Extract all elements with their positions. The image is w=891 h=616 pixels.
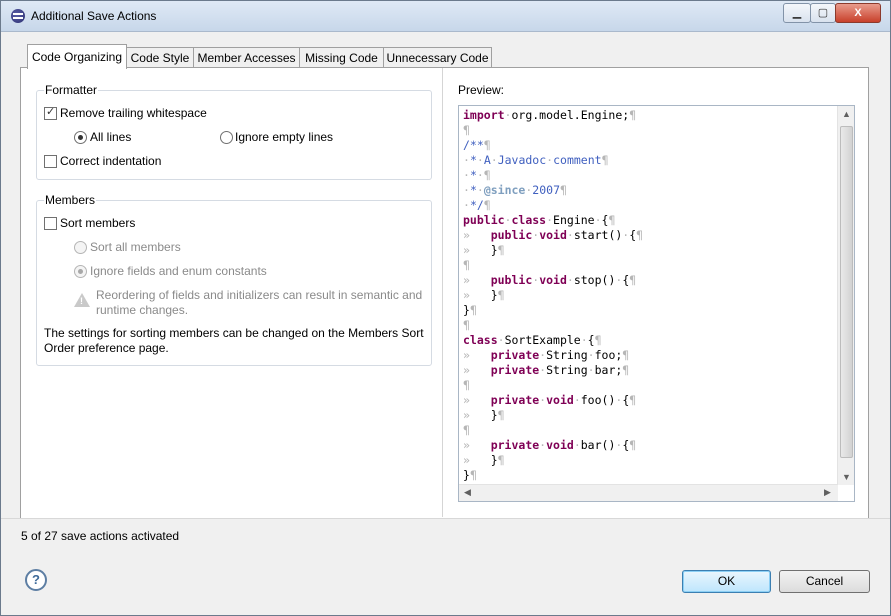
cancel-button[interactable]: Cancel: [779, 570, 870, 593]
scroll-left-arrow-icon[interactable]: ◀: [464, 487, 471, 498]
ignore-empty-label: Ignore empty lines: [235, 130, 334, 144]
title-bar[interactable]: Additional Save Actions ▁ ▢ X: [1, 1, 890, 32]
preview-label: Preview:: [458, 83, 505, 97]
horizontal-scrollbar[interactable]: ◀ ▶: [459, 484, 838, 501]
formatter-legend: Formatter: [44, 83, 99, 97]
scroll-down-arrow-icon[interactable]: ▼: [842, 472, 851, 482]
ok-button[interactable]: OK: [682, 570, 771, 593]
sort-members-checkbox[interactable]: [44, 217, 57, 230]
sort-all-radio[interactable]: [74, 241, 87, 254]
correct-indentation-label: Correct indentation: [60, 154, 162, 168]
scroll-up-arrow-icon[interactable]: ▲: [842, 109, 851, 119]
ignore-fields-label: Ignore fields and enum constants: [90, 264, 267, 278]
sort-members-label: Sort members: [60, 216, 136, 230]
all-lines-label: All lines: [90, 130, 132, 144]
correct-indentation-checkbox[interactable]: [44, 155, 57, 168]
pane-divider: [442, 68, 443, 517]
warning-icon: !: [74, 293, 90, 307]
tab-code-style[interactable]: Code Style: [126, 47, 194, 68]
warning-text-line2: runtime changes.: [96, 303, 189, 317]
maximize-button[interactable]: ▢: [810, 3, 836, 23]
vertical-scrollbar[interactable]: ▲ ▼: [837, 106, 854, 485]
info-text-line2: Order preference page.: [44, 341, 169, 355]
scroll-right-arrow-icon[interactable]: ▶: [824, 487, 831, 498]
preview-editor[interactable]: import·org.model.Engine;¶ ¶ /**¶ ·*·A·Ja…: [458, 105, 855, 502]
dialog-window: Additional Save Actions ▁ ▢ X Code Organ…: [0, 0, 891, 616]
ignore-empty-radio[interactable]: [220, 131, 233, 144]
minimize-button[interactable]: ▁: [783, 3, 811, 23]
tab-code-organizing[interactable]: Code Organizing: [27, 44, 127, 69]
warning-text-line1: Reordering of fields and initializers ca…: [96, 288, 423, 302]
info-text-line1: The settings for sorting members can be …: [44, 326, 424, 340]
all-lines-radio[interactable]: [74, 131, 87, 144]
ignore-fields-radio[interactable]: [74, 265, 87, 278]
separator: [1, 518, 890, 519]
remove-trailing-checkbox[interactable]: [44, 105, 57, 120]
tab-member-accesses[interactable]: Member Accesses: [193, 47, 300, 68]
tab-missing-code[interactable]: Missing Code: [299, 47, 384, 68]
window-title: Additional Save Actions: [31, 9, 157, 23]
status-text: 5 of 27 save actions activated: [21, 529, 180, 543]
help-icon[interactable]: ?: [25, 569, 47, 591]
remove-trailing-label: Remove trailing whitespace: [60, 106, 207, 120]
sort-all-label: Sort all members: [90, 240, 181, 254]
members-legend: Members: [44, 193, 97, 207]
preview-code: import·org.model.Engine;¶ ¶ /**¶ ·*·A·Ja…: [463, 108, 644, 482]
close-button[interactable]: X: [835, 3, 881, 23]
vertical-scroll-thumb[interactable]: [840, 126, 853, 458]
eclipse-icon: [11, 9, 25, 23]
tab-unnecessary-code[interactable]: Unnecessary Code: [383, 47, 492, 68]
